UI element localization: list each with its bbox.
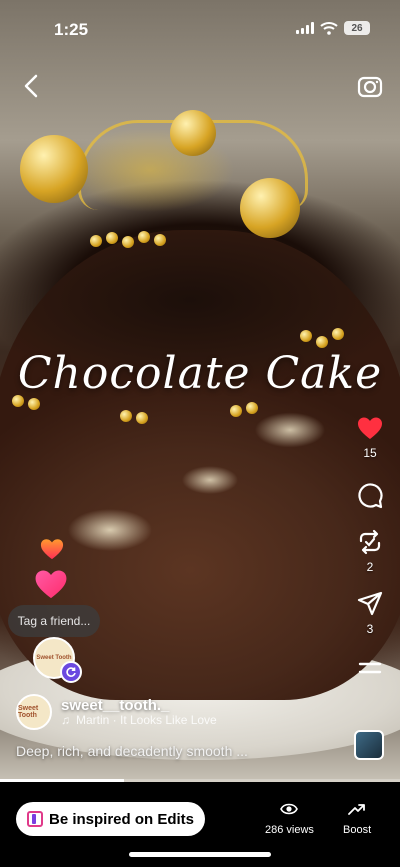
author-username[interactable]: sweet__tooth._ <box>61 697 169 714</box>
tag-friend-button[interactable]: Tag a friend... <box>8 605 100 637</box>
boost-label: Boost <box>343 824 372 836</box>
status-time: 1:25 <box>54 20 89 39</box>
boost-button[interactable]: Boost <box>343 800 371 836</box>
gold-ball-left <box>20 135 88 203</box>
camera-icon[interactable] <box>356 72 384 100</box>
status-bar: 1:25 26 <box>0 0 400 54</box>
edits-button[interactable]: Be inspired on Edits <box>16 802 205 836</box>
refresh-icon <box>66 667 76 677</box>
battery-icon: 26 <box>344 21 370 35</box>
like-count: 15 <box>363 446 377 460</box>
more-button[interactable] <box>356 654 384 682</box>
tag-avatar-text: Sweet Tooth <box>36 655 72 661</box>
floating-heart-large-icon <box>35 570 67 599</box>
gold-ball-center <box>170 110 216 156</box>
floating-heart-icon <box>40 539 64 560</box>
trending-up-icon <box>348 804 365 815</box>
author-avatar-text: Sweet Tooth <box>18 705 39 719</box>
audio-row[interactable]: ♫ Martin · It Looks Like Love <box>61 713 217 727</box>
repost-icon <box>359 529 381 555</box>
share-count: 3 <box>366 622 374 636</box>
repost-count: 2 <box>366 560 374 574</box>
collab-badge <box>60 661 82 683</box>
music-note-icon: ♫ <box>61 713 70 727</box>
more-icon <box>358 662 382 674</box>
wifi-icon <box>320 22 338 35</box>
audio-title: Martin · It Looks Like Love <box>76 713 217 727</box>
like-button[interactable]: 15 <box>356 414 384 460</box>
share-button[interactable]: 3 <box>356 590 384 636</box>
back-icon[interactable] <box>18 72 46 100</box>
overlay-title: Chocolate Cake <box>17 348 383 399</box>
audio-thumbnail[interactable] <box>354 730 384 760</box>
views-stat[interactable]: 286 views <box>265 800 314 836</box>
comment-button[interactable] <box>356 482 384 510</box>
side-actions: 15 2 3 <box>352 414 388 694</box>
signal-icon <box>296 22 314 34</box>
status-icons: 26 <box>296 21 370 35</box>
send-icon <box>357 591 383 616</box>
repost-button[interactable]: 2 <box>356 528 384 574</box>
views-label: 286 views <box>265 824 314 836</box>
home-indicator <box>129 852 271 857</box>
comment-icon <box>358 483 383 509</box>
caption-text[interactable]: Deep, rich, and decadently smooth ... <box>16 743 248 759</box>
edits-icon <box>26 811 43 827</box>
edits-label: Be inspired on Edits <box>48 810 195 828</box>
eye-icon <box>280 803 299 815</box>
author-avatar[interactable]: Sweet Tooth <box>16 694 52 730</box>
bottom-bar: Be inspired on Edits 286 views Boost <box>0 782 400 867</box>
heart-icon <box>358 417 382 439</box>
gold-ball-right <box>240 178 300 238</box>
